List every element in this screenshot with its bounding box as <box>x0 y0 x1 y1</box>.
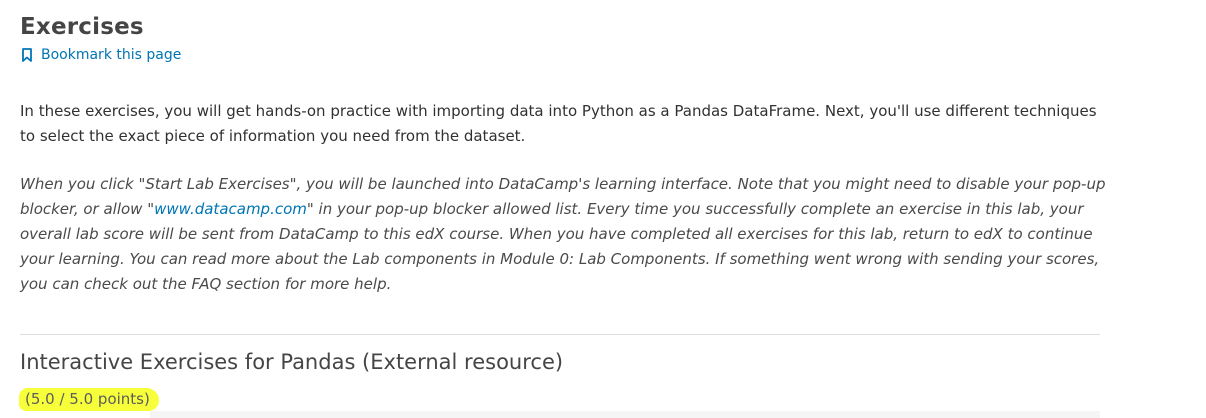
datacamp-link[interactable]: www.datacamp.com <box>154 200 307 218</box>
resource-frame-top <box>150 411 1100 418</box>
page-title: Exercises <box>20 14 144 40</box>
bookmark-icon <box>20 47 34 63</box>
section-divider <box>20 334 1100 335</box>
score-badge: (5.0 / 5.0 points) <box>19 388 159 411</box>
intro-paragraph: In these exercises, you will get hands-o… <box>20 102 1097 145</box>
resource-title: Interactive Exercises for Pandas (Extern… <box>20 350 564 374</box>
bookmark-label: Bookmark this page <box>41 47 182 63</box>
bookmark-button[interactable]: Bookmark this page <box>20 47 181 63</box>
lab-instructions: When you click "Start Lab Exercises", yo… <box>20 172 1110 297</box>
